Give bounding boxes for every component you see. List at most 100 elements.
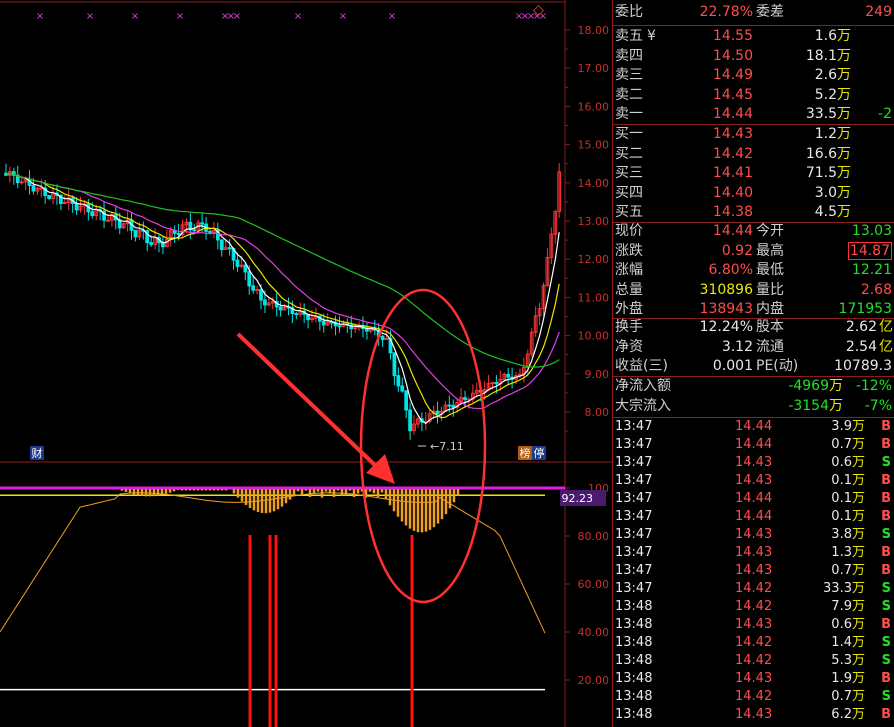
ask-label: 卖一 — [615, 106, 643, 122]
tick-row[interactable]: 13:47 14.44 0.1万 B — [613, 490, 894, 508]
finance-value-2: 2.62 — [845, 319, 877, 335]
tick-row[interactable]: 13:47 14.43 0.1万 B — [613, 472, 894, 490]
ask-price: 14.50 — [712, 47, 753, 64]
price-tick-label: 16.00 — [578, 100, 610, 113]
tick-price: 14.44 — [735, 491, 773, 506]
tick-volume-number: 3.9 — [831, 419, 852, 434]
event-marker: × — [388, 11, 396, 22]
flow-value: -3154 — [788, 397, 829, 414]
bid-row[interactable]: 买一 14.43 1.2 万 — [613, 125, 894, 144]
candle-body — [208, 230, 212, 234]
candle-body — [447, 404, 452, 407]
tick-row[interactable]: 13:47 14.42 33.3万 S — [613, 580, 894, 598]
ask-row[interactable]: 卖二 14.45 5.2 万 — [613, 86, 894, 105]
tick-price: 14.43 — [735, 671, 773, 686]
finance-row: 净资 3.12 流通 2.54 亿 — [613, 338, 894, 357]
tick-volume-unit: 万 — [851, 455, 865, 470]
tick-side: S — [881, 527, 891, 542]
quote-label: 涨跌 — [615, 242, 643, 259]
tick-row[interactable]: 13:48 14.43 0.6万 B — [613, 616, 894, 634]
tick-time: 13:47 — [615, 419, 653, 434]
tick-side: B — [881, 707, 891, 722]
tick-row[interactable]: 13:48 14.43 1.9万 B — [613, 670, 894, 688]
event-marker: × — [131, 11, 139, 22]
bid-volume: 1.2 — [814, 126, 837, 142]
finance-value: 0.001 — [712, 358, 753, 374]
flow-unit: 万 — [829, 397, 843, 414]
event-marker: × — [339, 11, 347, 22]
ask-row[interactable]: 卖三 14.49 2.6 万 — [613, 66, 894, 85]
tick-volume: 0.6万 — [831, 454, 865, 472]
ask-volume: 33.5 — [805, 106, 837, 122]
tick-volume-unit: 万 — [851, 419, 865, 434]
quote-label: 总量 — [615, 281, 643, 298]
tick-row[interactable]: 13:47 14.44 0.7万 B — [613, 436, 894, 454]
tick-row[interactable]: 13:47 14.44 0.1万 B — [613, 508, 894, 526]
ask-unit: 万 — [837, 106, 851, 122]
tick-row[interactable]: 13:48 14.42 5.3万 S — [613, 652, 894, 670]
tick-time: 13:48 — [615, 707, 653, 722]
ting-badge: 停 — [534, 446, 545, 460]
tick-row[interactable]: 13:47 14.43 0.7万 B — [613, 562, 894, 580]
kline-chart-svg[interactable]: 18.00 17.00 16.00 15.00 14.00 13.00 12.00 11.00… — [0, 0, 612, 727]
tick-side: B — [881, 545, 891, 560]
finance-label-2: 股本 — [756, 319, 784, 335]
tick-volume-number: 0.1 — [831, 491, 852, 506]
kline-chart-area[interactable]: 18.00 17.00 16.00 15.00 14.00 13.00 12.00 11.00… — [0, 0, 612, 727]
candle-body — [392, 352, 397, 377]
ask-row[interactable]: 卖五 ¥14.55 1.6 万 — [613, 27, 894, 46]
bid-row[interactable]: 买三 14.41 71.5 万 — [613, 164, 894, 183]
quote-row: 涨跌 0.92 最高 14.87 — [613, 241, 894, 261]
tick-volume-number: 6.2 — [831, 707, 852, 722]
event-marker: × — [539, 11, 547, 22]
tick-volume: 0.7万 — [831, 562, 865, 580]
tick-volume-unit: 万 — [851, 671, 865, 686]
tick-volume: 33.3万 — [823, 580, 865, 598]
tick-row[interactable]: 13:47 14.43 0.6万 S — [613, 454, 894, 472]
candle-body — [227, 247, 232, 250]
tick-volume-unit: 万 — [851, 707, 865, 722]
ask-volume: 1.6 — [814, 28, 837, 44]
tick-row[interactable]: 13:48 14.42 1.4万 S — [613, 634, 894, 652]
ask-row[interactable]: 卖四 14.50 18.1 万 — [613, 47, 894, 66]
flow-label: 净流入额 — [615, 378, 671, 394]
candle-body — [90, 211, 95, 217]
bid-row[interactable]: 买五 14.38 4.5 万 — [613, 203, 894, 222]
tick-row[interactable]: 13:47 14.44 3.9万 B — [613, 418, 894, 436]
tick-side: B — [881, 617, 891, 632]
tick-row[interactable]: 13:47 14.43 3.8万 S — [613, 526, 894, 544]
tick-volume-unit: 万 — [851, 491, 865, 506]
tick-volume-number: 0.7 — [831, 689, 852, 704]
tick-side: B — [881, 491, 891, 506]
tick-time: 13:48 — [615, 689, 653, 704]
finance-unit: 亿 — [879, 338, 893, 355]
tick-row[interactable]: 13:48 14.42 0.7万 S — [613, 688, 894, 706]
bid-price: 14.42 — [712, 145, 753, 162]
tick-row[interactable]: 13:47 14.43 1.3万 B — [613, 544, 894, 562]
ask-row[interactable]: 卖一 14.44 33.5 万 -2 — [613, 105, 894, 124]
tick-time: 13:47 — [615, 455, 653, 470]
tick-volume: 6.2万 — [831, 706, 865, 724]
weibi-value: 22.78% — [699, 4, 753, 20]
tick-price: 14.42 — [735, 635, 773, 650]
candle-body — [380, 335, 385, 341]
weibi-row: 委比 22.78% 委差 249 — [613, 3, 894, 22]
candle-body — [463, 397, 467, 401]
tick-volume-number: 1.4 — [831, 635, 852, 650]
bid-label: 买三 — [615, 165, 643, 181]
candle-body — [133, 229, 138, 238]
bid-row[interactable]: 买二 14.42 16.6 万 — [613, 145, 894, 164]
finance-unit: 亿 — [879, 319, 893, 335]
candle-body — [243, 264, 248, 273]
tick-row[interactable]: 13:48 14.42 7.9万 S — [613, 598, 894, 616]
candle-body — [337, 325, 342, 328]
tick-row[interactable]: 13:48 14.43 6.2万 B — [613, 706, 894, 724]
candle-body — [106, 219, 110, 222]
finance-value-2: 2.54 — [845, 338, 877, 355]
quote-value: 6.80% — [708, 262, 753, 278]
tick-time: 13:47 — [615, 473, 653, 488]
ask-price: 14.45 — [712, 86, 753, 103]
bid-row[interactable]: 买四 14.40 3.0 万 — [613, 184, 894, 203]
event-marker: × — [233, 11, 241, 22]
candle-body — [263, 299, 267, 306]
